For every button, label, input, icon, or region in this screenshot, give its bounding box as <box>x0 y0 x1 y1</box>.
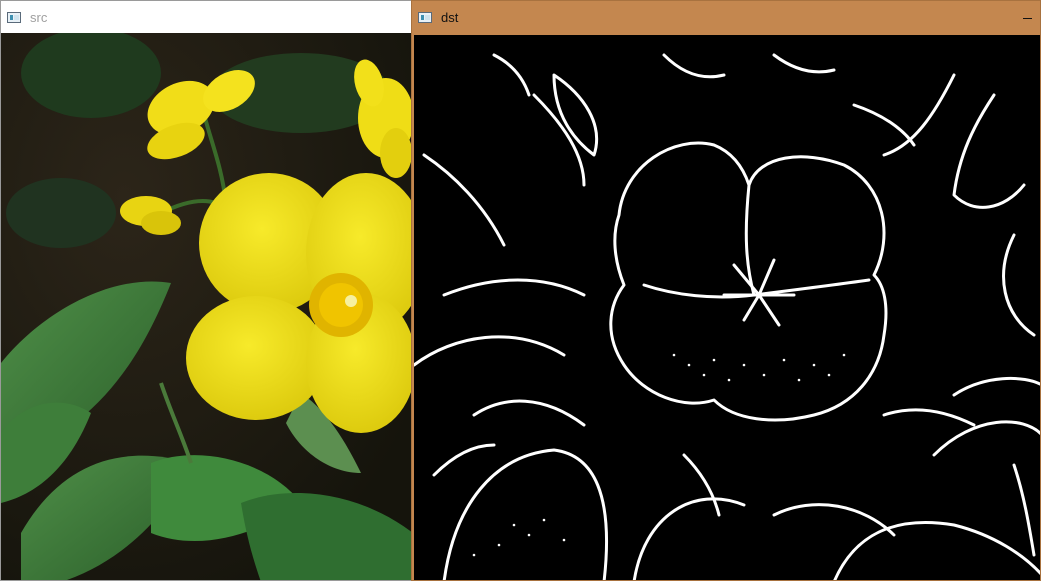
dst-image-canvas[interactable] <box>414 35 1040 580</box>
src-titlebar[interactable]: src <box>1 1 411 33</box>
dst-window[interactable]: dst <box>411 0 1041 581</box>
dst-edge-image <box>414 35 1040 580</box>
dst-window-title: dst <box>441 9 459 25</box>
app-window-icon <box>418 11 432 23</box>
src-window-title: src <box>30 9 48 25</box>
dst-titlebar[interactable]: dst <box>412 1 1040 33</box>
minimize-icon[interactable] <box>1020 10 1034 24</box>
src-image-canvas[interactable] <box>1 33 411 580</box>
app-window-icon <box>7 11 21 23</box>
src-window[interactable]: src <box>0 0 412 581</box>
src-image <box>1 33 411 580</box>
